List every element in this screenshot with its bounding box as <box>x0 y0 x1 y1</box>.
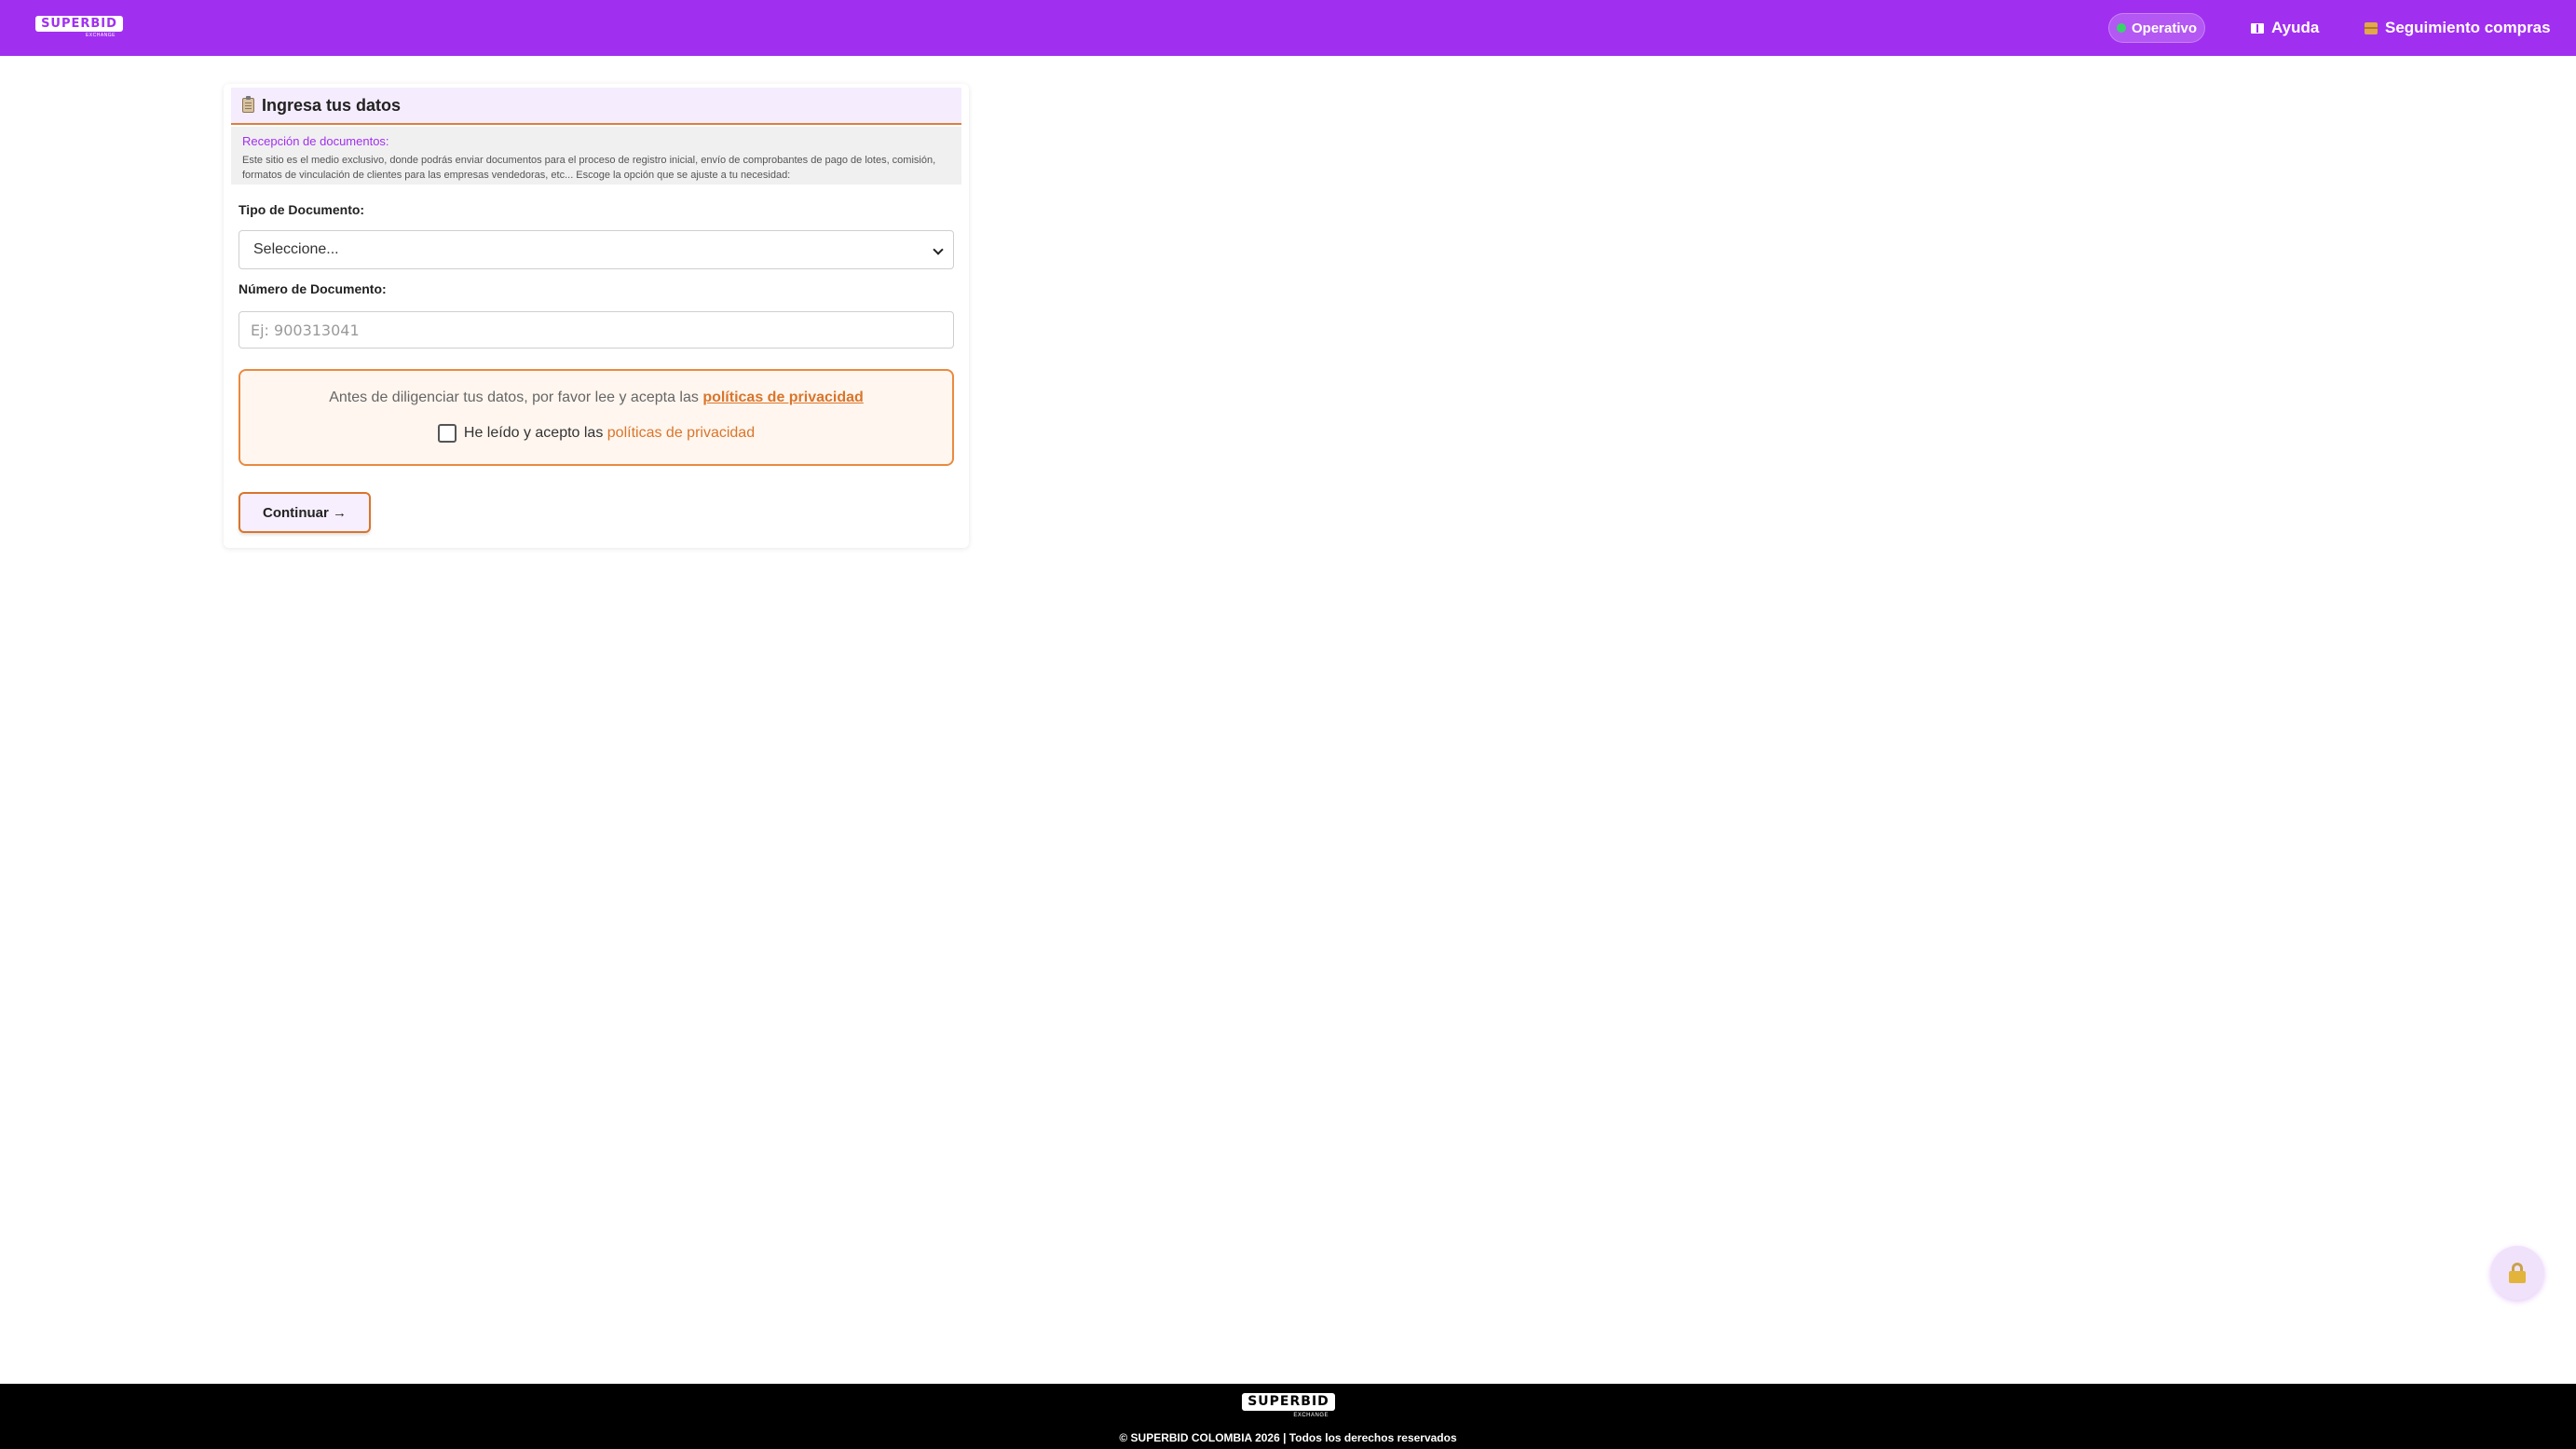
info-text: Este sitio es el medio exclusivo, donde … <box>242 155 936 181</box>
accept-prefix: He leído y acepto las <box>463 425 607 441</box>
numero-documento-input[interactable]: Ej: 900313041 <box>239 311 954 349</box>
card-header: Ingresa tus datos <box>231 88 961 125</box>
lock-icon <box>2509 1263 2526 1283</box>
info-title: Recepción de documentos: <box>242 134 389 148</box>
tipo-documento-selected: Seleccione... <box>253 241 339 257</box>
footer-logo-wordmark: SUPERBID <box>1242 1393 1335 1411</box>
card-title: Ingresa tus datos <box>262 95 402 115</box>
numero-documento-label: Número de Documento: <box>239 281 387 296</box>
chevron-down-icon <box>933 244 944 255</box>
privacy-notice: Antes de diligenciar tus datos, por favo… <box>239 369 954 466</box>
logo-wordmark: SUPERBID <box>35 16 123 32</box>
accept-privacy-row: He leído y acepto las políticas de priva… <box>240 424 952 443</box>
status-dot-icon <box>2116 23 2126 33</box>
book-icon <box>2251 22 2264 34</box>
footer-copyright: © SUPERBID COLOMBIA 2026 | Todos los der… <box>1119 1431 1457 1444</box>
tipo-documento-select[interactable]: Seleccione... <box>239 230 954 269</box>
package-icon <box>2365 21 2378 34</box>
privacy-policy-link[interactable]: políticas de privacidad <box>702 390 864 405</box>
accept-privacy-checkbox[interactable] <box>437 424 457 443</box>
info-box: Recepción de documentos: Este sitio es e… <box>231 127 961 185</box>
nav-ayuda-label: Ayuda <box>2271 19 2320 36</box>
continue-button[interactable]: Continuar → <box>239 492 371 533</box>
footer-logo: SUPERBID EXCHANGE <box>1242 1393 1335 1421</box>
nav-seguimiento-label: Seguimiento compras <box>2385 19 2551 36</box>
accept-privacy-link[interactable]: políticas de privacidad <box>607 425 755 441</box>
superbid-logo[interactable]: SUPERBID EXCHANGE <box>35 16 123 42</box>
lock-floating-button[interactable] <box>2490 1246 2544 1300</box>
nav-link-ayuda[interactable]: Ayuda <box>2251 17 2319 39</box>
status-badge: Operativo <box>2108 13 2205 43</box>
privacy-text: Antes de diligenciar tus datos, por favo… <box>240 390 952 406</box>
logo-subtitle: EXCHANGE <box>85 33 116 38</box>
numero-documento-placeholder: Ej: 900313041 <box>251 321 360 339</box>
document-form-card: Ingresa tus datos Recepción de documento… <box>224 84 969 548</box>
clipboard-icon <box>242 96 254 113</box>
privacy-prefix: Antes de diligenciar tus datos, por favo… <box>329 390 703 405</box>
accept-privacy-label: He leído y acepto las políticas de priva… <box>464 425 755 442</box>
tipo-documento-label: Tipo de Documento: <box>239 202 365 217</box>
top-navbar: SUPERBID EXCHANGE Operativo Ayuda Seguim… <box>0 0 2576 56</box>
footer-logo-subtitle: EXCHANGE <box>1293 1413 1329 1418</box>
nav-link-seguimiento-compras[interactable]: Seguimiento compras <box>2365 17 2551 39</box>
footer: SUPERBID EXCHANGE © SUPERBID COLOMBIA 20… <box>0 1384 2576 1449</box>
status-label: Operativo <box>2131 20 2198 36</box>
